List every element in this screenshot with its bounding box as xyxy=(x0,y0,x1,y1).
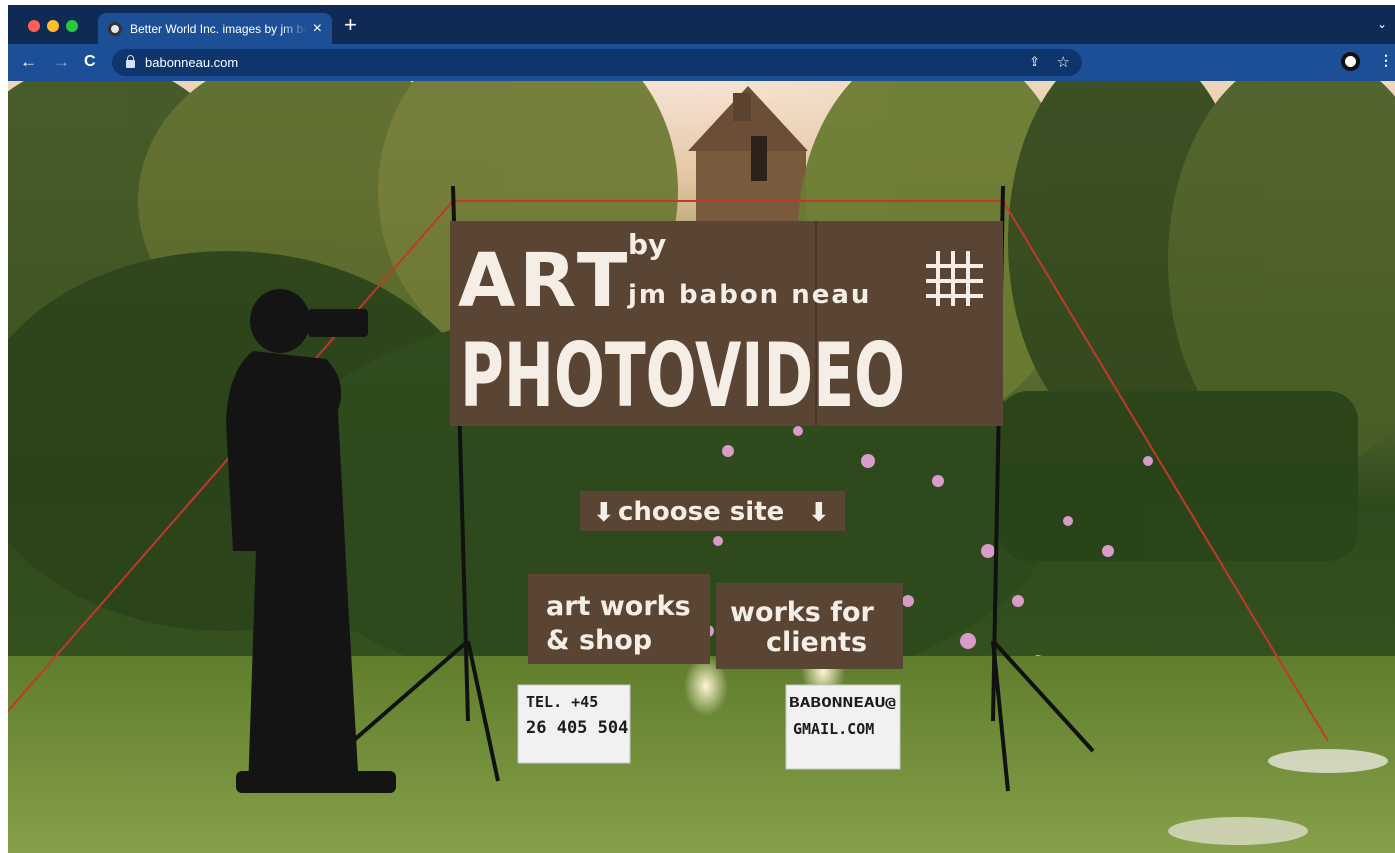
tab-title: Better World Inc. images by jm babonneau xyxy=(130,21,307,36)
works-for-label[interactable]: works for xyxy=(730,597,875,628)
url-text[interactable]: babonneau.com xyxy=(145,55,238,70)
phone-lightbox: TEL. +45 26 405 504 xyxy=(517,684,631,764)
email-line2: GMAIL.COM xyxy=(793,720,874,738)
email-line1: BABONNEAU@ xyxy=(789,696,896,711)
clients-label[interactable]: clients xyxy=(766,627,867,658)
forward-icon[interactable]: → xyxy=(53,51,70,73)
sign-by: by xyxy=(628,228,666,261)
art-works-shop-link[interactable]: art works & shop xyxy=(528,574,710,664)
phone-line1: TEL. +45 xyxy=(526,693,598,711)
shop-label[interactable]: & shop xyxy=(546,625,652,656)
tab-search-chevron-down-icon[interactable]: ⌄ xyxy=(1377,17,1387,31)
arrow-down-icon: ⬇ xyxy=(808,498,830,528)
sign-line-art: ART xyxy=(458,238,631,324)
site-favicon-icon xyxy=(108,21,122,36)
close-window-button[interactable] xyxy=(28,20,40,32)
tab-strip: Better World Inc. images by jm babonneau… xyxy=(8,5,1395,44)
art-works-label[interactable]: art works xyxy=(546,591,691,622)
email-lightbox: BABONNEAU@ GMAIL.COM xyxy=(785,684,901,770)
tab-active[interactable]: Better World Inc. images by jm babonneau… xyxy=(98,13,332,44)
hero-photo: ART by jm babon neau PHOTOVIDEO ⬇ choose… xyxy=(8,81,1395,853)
works-for-clients-link[interactable]: works for clients xyxy=(716,583,903,669)
browser-window: Better World Inc. images by jm babonneau… xyxy=(8,5,1395,853)
choose-site-label: choose site xyxy=(618,497,784,527)
main-sign: ART by jm babon neau PHOTOVIDEO xyxy=(450,221,1003,427)
menu-icon[interactable]: ⋮ xyxy=(1379,53,1393,67)
reload-icon[interactable]: C xyxy=(84,51,96,73)
sign-author: jm babon neau xyxy=(627,280,871,310)
tab-close-icon[interactable]: × xyxy=(313,20,322,37)
phone-line2: 26 405 504 xyxy=(526,718,628,738)
share-icon[interactable]: ⇪ xyxy=(1029,54,1040,70)
back-icon[interactable]: ← xyxy=(20,51,37,73)
sign-line-photovideo: PHOTOVIDEO xyxy=(460,324,905,427)
choose-site-sign: ⬇ choose site ⬇ xyxy=(580,491,845,531)
new-tab-button[interactable]: + xyxy=(344,14,357,36)
arrow-down-icon: ⬇ xyxy=(593,498,615,528)
address-bar[interactable]: babonneau.com ⇪ ☆ xyxy=(112,49,1082,76)
browser-toolbar: ← → C babonneau.com ⇪ ☆ ⋮ xyxy=(8,44,1395,81)
lock-icon[interactable] xyxy=(126,55,135,68)
maximize-window-button[interactable] xyxy=(66,20,78,32)
minimize-window-button[interactable] xyxy=(47,20,59,32)
page-viewport: ART by jm babon neau PHOTOVIDEO ⬇ choose… xyxy=(8,81,1395,853)
profile-icon[interactable] xyxy=(1341,52,1360,71)
star-icon[interactable]: ☆ xyxy=(1057,53,1070,71)
